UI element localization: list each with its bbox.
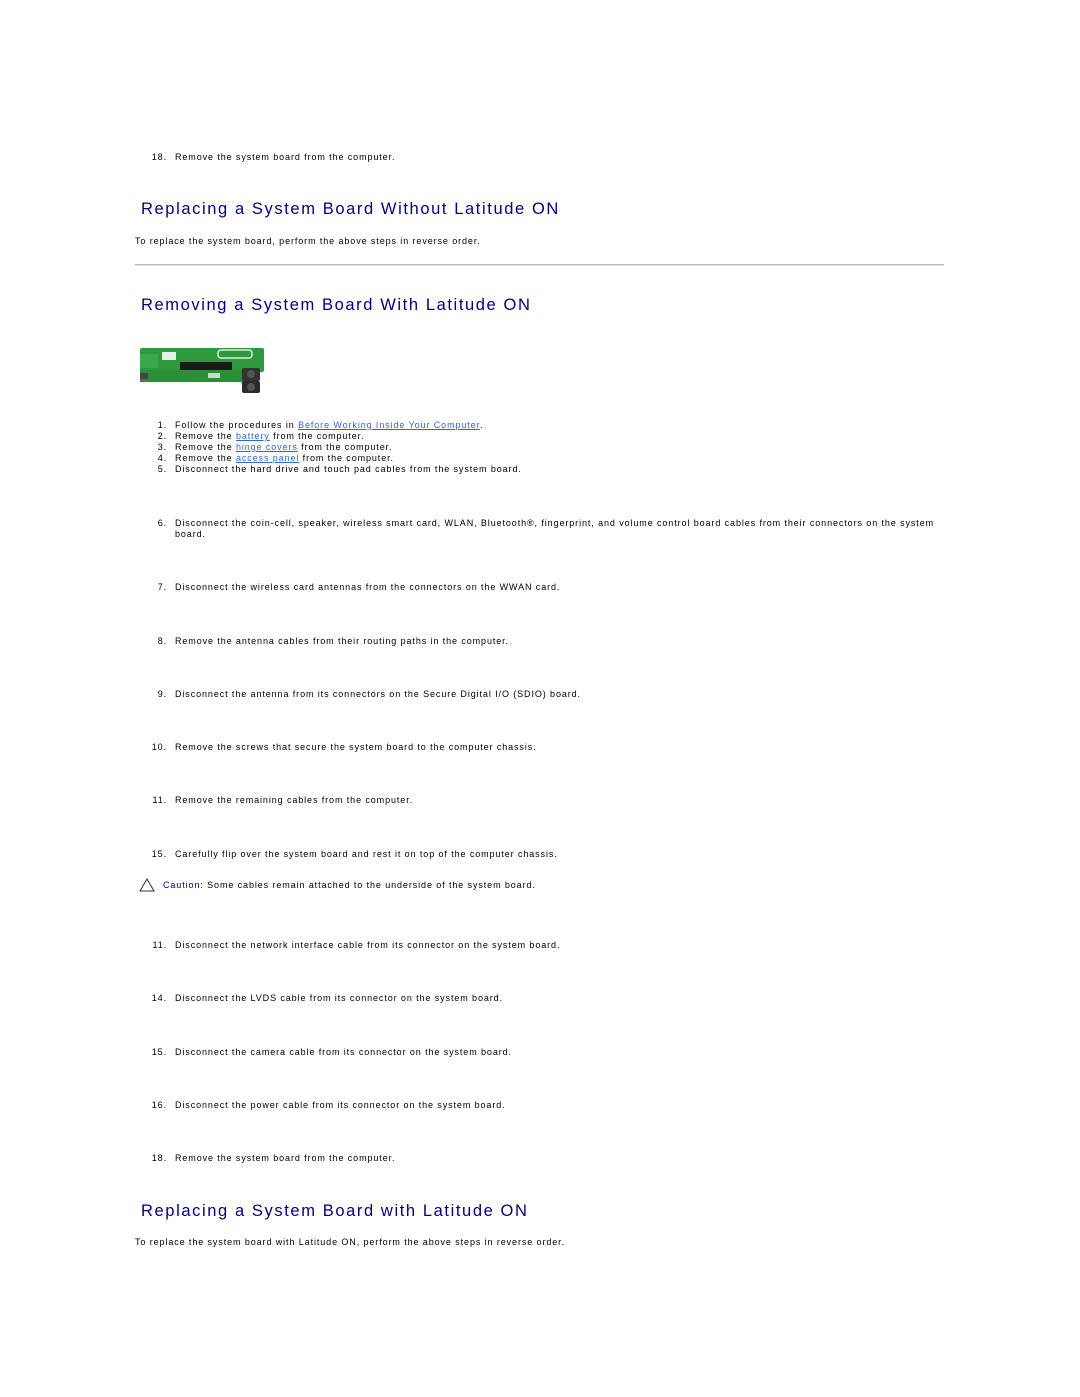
step-number: 18. <box>151 1153 167 1163</box>
step-text-post: from the computer. <box>297 442 393 452</box>
step-text-pre: Remove the <box>175 442 236 452</box>
step-number: 11. <box>152 940 167 950</box>
step-text: Disconnect the hard drive and touch pad … <box>175 464 522 474</box>
step-15-camera: 15. Disconnect the camera cable from its… <box>135 1047 935 1058</box>
step-18: 18. Remove the system board from the com… <box>135 1153 935 1164</box>
step-text-post: . <box>479 420 484 430</box>
caution-triangle-icon <box>139 878 155 892</box>
step-text: Follow the procedures in Before Working … <box>167 420 935 431</box>
step-number: 6. <box>157 518 167 528</box>
step-number: 15. <box>151 849 167 859</box>
step-number: 14. <box>151 993 167 1003</box>
step-number: 15. <box>151 1047 167 1057</box>
link-before-working-inside[interactable]: Before Working Inside Your Computer <box>298 420 480 430</box>
step-1: 1. Follow the procedures in Before Worki… <box>135 420 935 431</box>
step-text: Disconnect the camera cable from its con… <box>175 1047 512 1057</box>
step-text: Remove the antenna cables from their rou… <box>175 636 509 646</box>
link-battery[interactable]: battery <box>236 431 270 441</box>
step-number: 2. <box>157 431 167 441</box>
caution-label: Caution: <box>163 880 204 890</box>
step-number: 4. <box>157 453 167 463</box>
step-text: Disconnect the network interface cable f… <box>175 940 561 950</box>
step-text: Remove the screws that secure the system… <box>175 742 537 752</box>
step-number: 5. <box>157 464 167 474</box>
step-text: Disconnect the LVDS cable from its conne… <box>175 993 503 1003</box>
step-number: 8. <box>157 636 167 646</box>
step-text: Remove the battery from the computer. <box>167 431 935 442</box>
step-text-post: from the computer. <box>269 431 365 441</box>
step-text: Carefully flip over the system board and… <box>175 849 558 859</box>
step-text-post: from the computer. <box>299 453 394 463</box>
link-hinge-covers[interactable]: hinge covers <box>236 442 298 452</box>
document-page: 18. Remove the system board from the com… <box>0 0 1080 1397</box>
step-text: Disconnect the power cable from its conn… <box>175 1100 506 1110</box>
heading-removing-with-latitude-on: Removing a System Board With Latitude ON <box>141 296 532 314</box>
step-number: 10. <box>151 742 167 752</box>
system-board-photo-icon <box>140 348 264 393</box>
step-number: 7. <box>157 582 167 592</box>
step-5: 5. Disconnect the hard drive and touch p… <box>135 464 935 475</box>
system-board-image <box>138 346 270 394</box>
step-text: Remove the access panel from the compute… <box>167 453 935 464</box>
step-2: 2. Remove the battery from the computer. <box>135 431 935 442</box>
step-6: 6. Disconnect the coin-cell, speaker, wi… <box>135 518 935 540</box>
step-8: 8. Remove the antenna cables from their … <box>135 636 935 647</box>
step-text: Remove the system board from the compute… <box>175 1153 396 1163</box>
step-4: 4. Remove the access panel from the comp… <box>135 453 935 464</box>
link-access-panel[interactable]: access panel <box>236 453 299 463</box>
step-18-top: 18. Remove the system board from the com… <box>135 152 935 163</box>
step-15: 15. Carefully flip over the system board… <box>135 849 935 860</box>
step-10: 10. Remove the screws that secure the sy… <box>135 742 935 753</box>
step-text-pre: Remove the <box>175 453 236 463</box>
heading-replacing-with-latitude-on: Replacing a System Board with Latitude O… <box>141 1202 529 1220</box>
step-text: Disconnect the wireless card antennas fr… <box>175 582 561 592</box>
step-number: 18. <box>151 152 167 162</box>
step-text: Remove the remaining cables from the com… <box>175 795 413 805</box>
step-number: 1. <box>157 420 167 430</box>
step-7: 7. Disconnect the wireless card antennas… <box>135 582 935 593</box>
caution-text: Some cables remain attached to the under… <box>203 880 536 890</box>
step-number: 11. <box>152 795 167 805</box>
step-text-pre: Remove the <box>175 431 236 441</box>
step-text: Disconnect the coin-cell, speaker, wirel… <box>175 518 935 539</box>
section-divider <box>135 264 944 266</box>
caution-note: Caution: Some cables remain attached to … <box>139 878 536 892</box>
step-text-pre: Follow the procedures in <box>175 420 299 430</box>
step-number: 16. <box>151 1100 167 1110</box>
heading-replacing-without-latitude-on: Replacing a System Board Without Latitud… <box>141 200 560 218</box>
replacing-with-body: To replace the system board with Latitud… <box>135 1237 565 1247</box>
step-text: Disconnect the antenna from its connecto… <box>175 689 581 699</box>
step-text: Remove the hinge covers from the compute… <box>167 442 935 453</box>
step-9: 9. Disconnect the antenna from its conne… <box>135 689 935 700</box>
replacing-without-body: To replace the system board, perform the… <box>135 236 481 246</box>
step-3: 3. Remove the hinge covers from the comp… <box>135 442 935 453</box>
step-16: 16. Disconnect the power cable from its … <box>135 1100 935 1111</box>
step-number: 3. <box>157 442 167 452</box>
step-text: Remove the system board from the compute… <box>175 152 396 162</box>
step-11: 11. Remove the remaining cables from the… <box>135 795 935 806</box>
step-14: 14. Disconnect the LVDS cable from its c… <box>135 993 935 1004</box>
step-number: 9. <box>157 689 167 699</box>
step-11-network: 11. Disconnect the network interface cab… <box>135 940 935 951</box>
